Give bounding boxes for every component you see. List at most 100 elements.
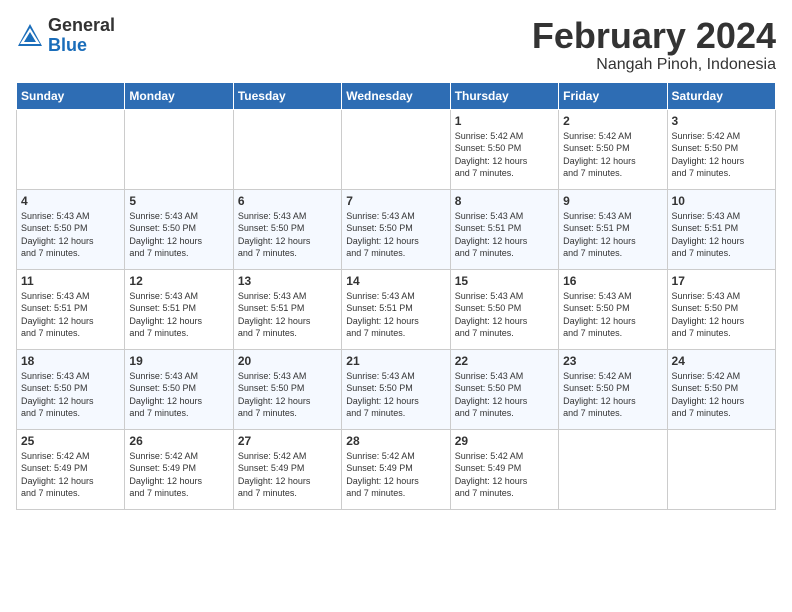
calendar-cell: 2 Sunrise: 5:42 AM Sunset: 5:50 PM Daylig… <box>559 109 667 189</box>
calendar-week-row: 11 Sunrise: 5:43 AM Sunset: 5:51 PM Dayli… <box>17 269 776 349</box>
calendar-cell: 17 Sunrise: 5:43 AM Sunset: 5:50 PM Dayli… <box>667 269 775 349</box>
calendar-cell: 12 Sunrise: 5:43 AM Sunset: 5:51 PM Dayli… <box>125 269 233 349</box>
day-number: 24 <box>672 354 771 368</box>
calendar-cell <box>342 109 450 189</box>
day-number: 4 <box>21 194 120 208</box>
calendar-cell: 23Sunrise: 5:42 AM Sunset: 5:50 PM Dayli… <box>559 349 667 429</box>
month-title: February 2024 <box>532 16 776 56</box>
calendar-body: 1 Sunrise: 5:42 AM Sunset: 5:50 PM Daylig… <box>17 109 776 509</box>
day-header-thursday: Thursday <box>450 82 558 109</box>
day-info: Sunrise: 5:43 AM Sunset: 5:50 PM Dayligh… <box>238 370 337 420</box>
calendar-cell <box>125 109 233 189</box>
calendar-cell: 5 Sunrise: 5:43 AM Sunset: 5:50 PM Daylig… <box>125 189 233 269</box>
day-info: Sunrise: 5:42 AM Sunset: 5:49 PM Dayligh… <box>346 450 445 500</box>
day-number: 18 <box>21 354 120 368</box>
calendar-cell: 25Sunrise: 5:42 AM Sunset: 5:49 PM Dayli… <box>17 429 125 509</box>
day-number: 27 <box>238 434 337 448</box>
logo: General Blue <box>16 16 115 56</box>
day-number: 10 <box>672 194 771 208</box>
day-number: 6 <box>238 194 337 208</box>
day-header-monday: Monday <box>125 82 233 109</box>
calendar-cell: 11 Sunrise: 5:43 AM Sunset: 5:51 PM Dayli… <box>17 269 125 349</box>
day-number: 11 <box>21 274 120 288</box>
calendar-cell: 26 Sunrise: 5:42 AM Sunset: 5:49 PM Dayli… <box>125 429 233 509</box>
calendar-table: SundayMondayTuesdayWednesdayThursdayFrid… <box>16 82 776 510</box>
day-number: 7 <box>346 194 445 208</box>
day-info: Sunrise: 5:43 AM Sunset: 5:51 PM Dayligh… <box>455 210 554 260</box>
calendar-week-row: 4 Sunrise: 5:43 AM Sunset: 5:50 PM Daylig… <box>17 189 776 269</box>
calendar-cell: 29 Sunrise: 5:42 AM Sunset: 5:49 PM Dayli… <box>450 429 558 509</box>
day-number: 15 <box>455 274 554 288</box>
day-info: Sunrise: 5:43 AM Sunset: 5:51 PM Dayligh… <box>21 290 120 340</box>
calendar-cell: 16 Sunrise: 5:43 AM Sunset: 5:50 PM Dayli… <box>559 269 667 349</box>
day-info: Sunrise: 5:42 AM Sunset: 5:49 PM Dayligh… <box>238 450 337 500</box>
day-info: Sunrise: 5:43 AM Sunset: 5:51 PM Dayligh… <box>129 290 228 340</box>
day-info: Sunrise: 5:43 AM Sunset: 5:50 PM Dayligh… <box>346 370 445 420</box>
day-info: Sunrise: 5:43 AM Sunset: 5:50 PM Dayligh… <box>238 210 337 260</box>
day-number: 29 <box>455 434 554 448</box>
calendar-week-row: 18 Sunrise: 5:43 AM Sunset: 5:50 PM Dayli… <box>17 349 776 429</box>
day-info: Sunrise: 5:43 AM Sunset: 5:50 PM Dayligh… <box>672 290 771 340</box>
title-area: February 2024 Nangah Pinoh, Indonesia <box>532 16 776 74</box>
header: General Blue February 2024 Nangah Pinoh,… <box>16 16 776 74</box>
calendar-cell: 13 Sunrise: 5:43 AM Sunset: 5:51 PM Dayli… <box>233 269 341 349</box>
day-info: Sunrise: 5:43 AM Sunset: 5:51 PM Dayligh… <box>672 210 771 260</box>
calendar-cell: 3Sunrise: 5:42 AM Sunset: 5:50 PM Daylig… <box>667 109 775 189</box>
day-info: Sunrise: 5:42 AM Sunset: 5:50 PM Dayligh… <box>672 370 771 420</box>
day-number: 23 <box>563 354 662 368</box>
day-info: Sunrise: 5:42 AM Sunset: 5:50 PM Dayligh… <box>563 130 662 180</box>
day-header-friday: Friday <box>559 82 667 109</box>
day-number: 13 <box>238 274 337 288</box>
calendar-cell: 10 Sunrise: 5:43 AM Sunset: 5:51 PM Dayli… <box>667 189 775 269</box>
day-number: 25 <box>21 434 120 448</box>
day-number: 5 <box>129 194 228 208</box>
calendar-cell <box>233 109 341 189</box>
calendar-cell <box>559 429 667 509</box>
calendar-cell: 1Sunrise: 5:42 AM Sunset: 5:50 PM Daylig… <box>450 109 558 189</box>
calendar-cell: 15 Sunrise: 5:43 AM Sunset: 5:50 PM Dayli… <box>450 269 558 349</box>
day-info: Sunrise: 5:42 AM Sunset: 5:49 PM Dayligh… <box>129 450 228 500</box>
day-info: Sunrise: 5:43 AM Sunset: 5:50 PM Dayligh… <box>455 370 554 420</box>
calendar-cell: 14 Sunrise: 5:43 AM Sunset: 5:51 PM Dayli… <box>342 269 450 349</box>
day-info: Sunrise: 5:43 AM Sunset: 5:50 PM Dayligh… <box>455 290 554 340</box>
calendar-cell: 18 Sunrise: 5:43 AM Sunset: 5:50 PM Dayli… <box>17 349 125 429</box>
day-header-wednesday: Wednesday <box>342 82 450 109</box>
calendar-cell: 20 Sunrise: 5:43 AM Sunset: 5:50 PM Dayli… <box>233 349 341 429</box>
calendar-week-row: 25 Sunrise: 5:42 AM Sunset: 5:49 PM Dayli… <box>17 429 776 509</box>
day-info: Sunrise: 5:43 AM Sunset: 5:51 PM Dayligh… <box>238 290 337 340</box>
day-info: Sunrise: 5:43 AM Sunset: 5:51 PM Dayligh… <box>563 210 662 260</box>
day-info: Sunrise: 5:43 AM Sunset: 5:50 PM Dayligh… <box>129 210 228 260</box>
day-number: 8 <box>455 194 554 208</box>
logo-icon <box>16 22 44 50</box>
calendar-cell: 22Sunrise: 5:43 AM Sunset: 5:50 PM Dayli… <box>450 349 558 429</box>
day-header-sunday: Sunday <box>17 82 125 109</box>
day-info: Sunrise: 5:43 AM Sunset: 5:51 PM Dayligh… <box>346 290 445 340</box>
day-number: 2 <box>563 114 662 128</box>
day-number: 17 <box>672 274 771 288</box>
day-info: Sunrise: 5:43 AM Sunset: 5:50 PM Dayligh… <box>346 210 445 260</box>
calendar-cell: 4 Sunrise: 5:43 AM Sunset: 5:50 PM Daylig… <box>17 189 125 269</box>
day-number: 16 <box>563 274 662 288</box>
day-number: 9 <box>563 194 662 208</box>
calendar-cell: 7 Sunrise: 5:43 AM Sunset: 5:50 PM Daylig… <box>342 189 450 269</box>
calendar-cell <box>17 109 125 189</box>
day-info: Sunrise: 5:43 AM Sunset: 5:50 PM Dayligh… <box>21 210 120 260</box>
calendar-week-row: 1 Sunrise: 5:42 AM Sunset: 5:50 PM Daylig… <box>17 109 776 189</box>
day-header-tuesday: Tuesday <box>233 82 341 109</box>
day-number: 26 <box>129 434 228 448</box>
day-number: 20 <box>238 354 337 368</box>
day-number: 12 <box>129 274 228 288</box>
calendar-cell: 27 Sunrise: 5:42 AM Sunset: 5:49 PM Dayli… <box>233 429 341 509</box>
day-number: 1 <box>455 114 554 128</box>
calendar-cell: 19Sunrise: 5:43 AM Sunset: 5:50 PM Dayli… <box>125 349 233 429</box>
day-info: Sunrise: 5:43 AM Sunset: 5:50 PM Dayligh… <box>563 290 662 340</box>
calendar-cell: 8 Sunrise: 5:43 AM Sunset: 5:51 PM Daylig… <box>450 189 558 269</box>
day-info: Sunrise: 5:43 AM Sunset: 5:50 PM Dayligh… <box>21 370 120 420</box>
day-info: Sunrise: 5:42 AM Sunset: 5:49 PM Dayligh… <box>455 450 554 500</box>
day-info: Sunrise: 5:43 AM Sunset: 5:50 PM Dayligh… <box>129 370 228 420</box>
day-number: 14 <box>346 274 445 288</box>
day-number: 28 <box>346 434 445 448</box>
location-title: Nangah Pinoh, Indonesia <box>532 56 776 74</box>
day-number: 3 <box>672 114 771 128</box>
calendar-cell: 28 Sunrise: 5:42 AM Sunset: 5:49 PM Dayli… <box>342 429 450 509</box>
